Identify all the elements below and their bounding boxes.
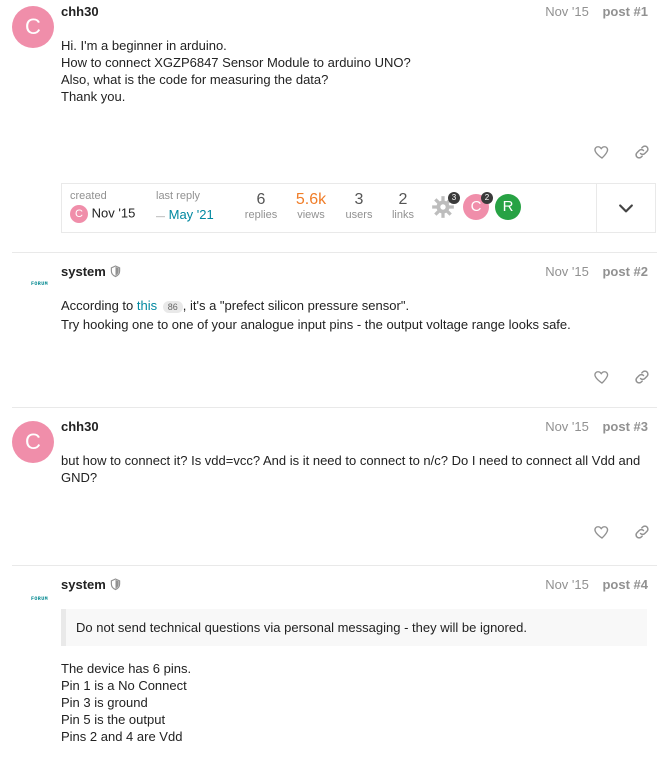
post-actions bbox=[575, 523, 651, 541]
shield-icon bbox=[110, 578, 121, 591]
users-block: 3 users bbox=[342, 191, 376, 221]
post-meta: Nov '15 post #4 bbox=[545, 577, 648, 592]
post-3: C chh30 Nov '15 post #3 but how to conne… bbox=[12, 407, 657, 565]
post-line: Pin 1 is a No Connect bbox=[61, 678, 187, 693]
post-body: Do not send technical questions via pers… bbox=[61, 609, 647, 745]
post-date[interactable]: Nov '15 bbox=[545, 4, 589, 19]
created-block[interactable]: created C Nov '15 bbox=[70, 190, 135, 223]
post-line: Also, what is the code for measuring the… bbox=[61, 72, 329, 87]
username[interactable]: system bbox=[61, 264, 121, 279]
link-click-count: 86 bbox=[162, 301, 183, 313]
views-count: 5.6k bbox=[295, 191, 327, 208]
links-count: 2 bbox=[398, 191, 408, 208]
post-line: Pin 5 is the output bbox=[61, 712, 166, 727]
forum-logo[interactable]: FORUM bbox=[31, 596, 48, 602]
last-reply-block[interactable]: last reply — May '21 bbox=[156, 190, 214, 222]
post-number[interactable]: post #4 bbox=[602, 577, 648, 592]
post-line: Thank you. bbox=[61, 89, 126, 104]
post-date[interactable]: Nov '15 bbox=[545, 419, 589, 434]
inline-link[interactable]: this bbox=[137, 298, 157, 313]
post-meta: Nov '15 post #2 bbox=[545, 264, 648, 279]
topic-map-expand-button[interactable] bbox=[596, 184, 655, 232]
post-number[interactable]: post #3 bbox=[602, 419, 648, 434]
views-label: views bbox=[297, 209, 325, 221]
post-number[interactable]: post #1 bbox=[602, 4, 648, 19]
post-line: Pin 3 is ground bbox=[61, 695, 148, 710]
post-body: According to this 86, it's a "prefect si… bbox=[61, 297, 654, 333]
topic-map: created C Nov '15 last reply — May '21 6… bbox=[61, 183, 656, 233]
participant-system[interactable]: 3 bbox=[430, 192, 460, 220]
heart-icon[interactable] bbox=[593, 523, 611, 541]
participant-r[interactable]: R bbox=[495, 194, 521, 220]
post-line: Hi. I'm a beginner in arduino. bbox=[61, 38, 227, 53]
created-date: Nov '15 bbox=[91, 205, 136, 221]
post-meta: Nov '15 post #1 bbox=[545, 4, 648, 19]
post-count-badge: 2 bbox=[481, 192, 493, 204]
username[interactable]: system bbox=[61, 577, 121, 592]
link-icon[interactable] bbox=[633, 523, 651, 541]
users-label: users bbox=[345, 209, 373, 221]
users-count: 3 bbox=[354, 191, 364, 208]
username[interactable]: chh30 bbox=[61, 4, 99, 19]
post-meta: Nov '15 post #3 bbox=[545, 419, 648, 434]
post-line: According to this 86, it's a "prefect si… bbox=[61, 298, 410, 313]
quote-block: Do not send technical questions via pers… bbox=[61, 609, 647, 646]
username-text: system bbox=[61, 577, 106, 592]
reply-dash-icon: — bbox=[156, 211, 165, 221]
link-icon[interactable] bbox=[633, 368, 651, 386]
post-count-badge: 3 bbox=[448, 192, 460, 204]
post-actions bbox=[575, 143, 651, 161]
post-date[interactable]: Nov '15 bbox=[545, 264, 589, 279]
replies-block: 6 replies bbox=[244, 191, 278, 221]
post-actions bbox=[575, 368, 651, 386]
post-1: C chh30 Nov '15 post #1 Hi. I'm a beginn… bbox=[0, 0, 669, 252]
last-reply-date: May '21 bbox=[168, 207, 214, 222]
post-body: Hi. I'm a beginner in arduino. How to co… bbox=[61, 37, 654, 105]
views-block: 5.6k views bbox=[294, 191, 328, 221]
links-label: links bbox=[391, 209, 414, 221]
shield-icon bbox=[110, 265, 121, 278]
post-4: FORUM system Nov '15 post #4 Do not send… bbox=[12, 565, 657, 758]
heart-icon[interactable] bbox=[593, 368, 611, 386]
post-line: Try hooking one to one of your analogue … bbox=[61, 317, 571, 332]
participant-letter: C bbox=[470, 198, 482, 215]
post-line: but how to connect it? Is vdd=vcc? And i… bbox=[61, 453, 641, 485]
post-body: but how to connect it? Is vdd=vcc? And i… bbox=[61, 452, 654, 486]
replies-count: 6 bbox=[256, 191, 266, 208]
post-line: Pins 2 and 4 are Vdd bbox=[61, 729, 183, 744]
heart-icon[interactable] bbox=[593, 143, 611, 161]
user-avatar[interactable]: C bbox=[12, 6, 54, 48]
forum-logo[interactable]: FORUM bbox=[31, 281, 48, 287]
links-block: 2 links bbox=[386, 191, 420, 221]
last-reply-label: last reply bbox=[156, 190, 201, 202]
replies-label: replies bbox=[244, 209, 278, 221]
link-icon[interactable] bbox=[633, 143, 651, 161]
post-number[interactable]: post #2 bbox=[602, 264, 648, 279]
post-2: FORUM system Nov '15 post #2 According t… bbox=[12, 252, 657, 407]
post-line: How to connect XGZP6847 Sensor Module to… bbox=[61, 55, 411, 70]
post-line: The device has 6 pins. bbox=[61, 661, 192, 676]
created-avatar: C bbox=[70, 205, 88, 223]
created-label: created bbox=[70, 190, 107, 202]
chevron-down-icon bbox=[619, 204, 633, 213]
username[interactable]: chh30 bbox=[61, 419, 99, 434]
username-text: system bbox=[61, 264, 106, 279]
participant-chh30[interactable]: C 2 bbox=[463, 192, 493, 220]
post-date[interactable]: Nov '15 bbox=[545, 577, 589, 592]
user-avatar[interactable]: C bbox=[12, 421, 54, 463]
